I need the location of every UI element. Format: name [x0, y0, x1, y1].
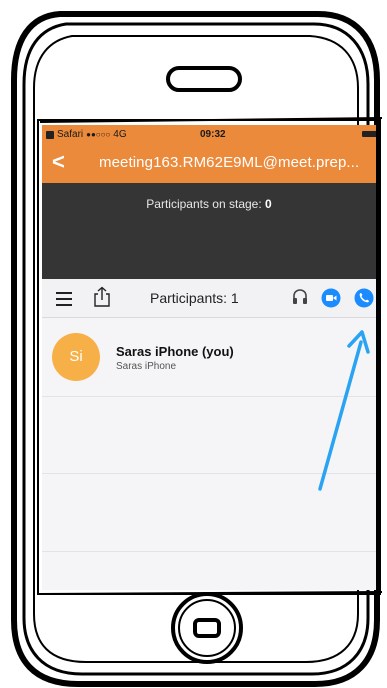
stage-info: Participants on stage: 0	[42, 197, 376, 211]
stage-label: Participants on stage:	[146, 197, 262, 211]
headset-icon[interactable]	[291, 288, 309, 306]
meeting-title: meeting163.RM62E9ML@meet.prep...	[99, 154, 360, 171]
status-network: 4G	[113, 129, 127, 140]
participant-name: Saras iPhone (you)	[116, 344, 234, 359]
stage-count: 0	[265, 197, 272, 211]
battery-icon	[362, 131, 376, 137]
status-carrier: Safari	[57, 129, 84, 140]
participants-count-title: Participants: 1	[150, 290, 239, 306]
back-to-app-icon[interactable]	[46, 130, 54, 139]
status-bar: Safari ●●○○○ 4G 09:32	[42, 125, 376, 143]
participants-toolbar: Participants: 1	[42, 279, 376, 318]
video-camera-icon[interactable]	[321, 288, 341, 308]
share-icon[interactable]	[93, 286, 111, 308]
nav-bar: < meeting163.RM62E9ML@meet.prep...	[42, 143, 376, 183]
list-divider	[42, 473, 376, 474]
stage-area: Participants on stage: 0	[42, 183, 376, 279]
status-time: 09:32	[200, 129, 226, 140]
avatar: Si	[52, 333, 100, 381]
call-icon[interactable]	[354, 288, 374, 308]
menu-icon[interactable]	[56, 292, 72, 310]
participant-device: Saras iPhone	[116, 361, 177, 372]
back-button[interactable]: <	[52, 149, 65, 175]
app-screen: Safari ●●○○○ 4G 09:32 < meeting163.RM62E…	[42, 125, 376, 590]
list-divider	[42, 551, 376, 552]
participant-row[interactable]: Si Saras iPhone (you) Saras iPhone	[42, 321, 376, 397]
status-signal: ●●○○○	[86, 130, 111, 139]
